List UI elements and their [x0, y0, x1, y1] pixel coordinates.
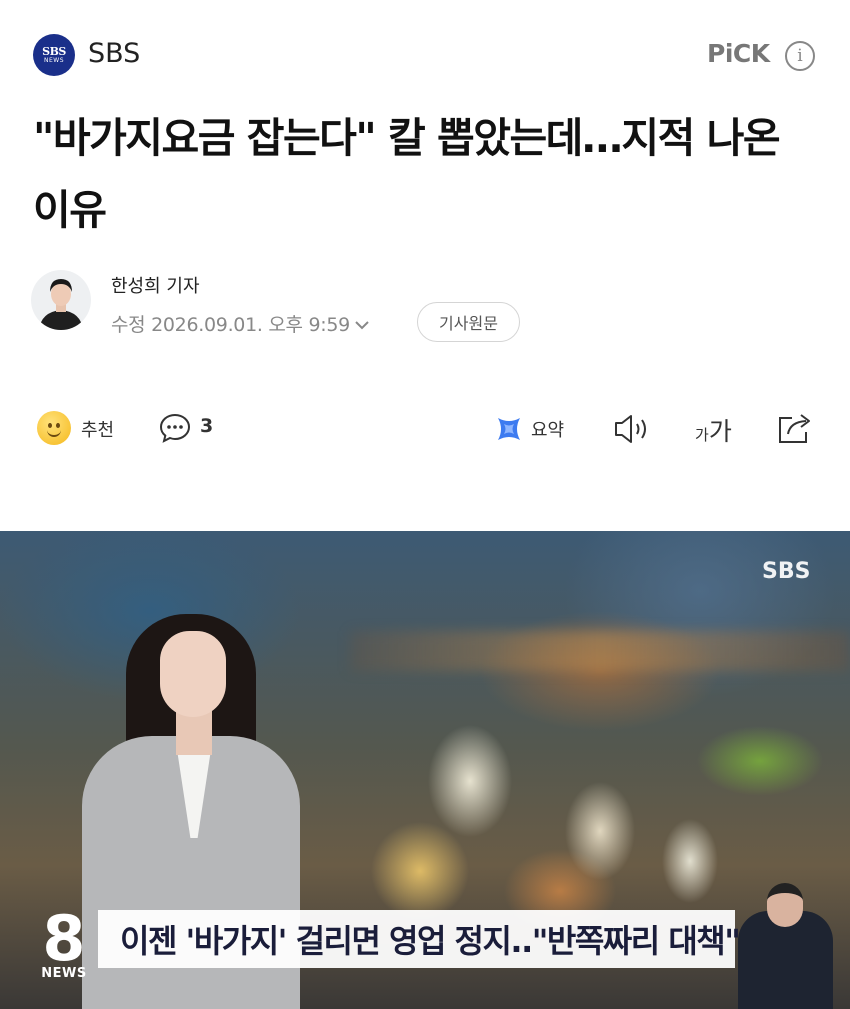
anchor-face — [160, 631, 226, 717]
channel-logo: 8 NEWS — [38, 902, 90, 982]
font-big-glyph: 가 — [708, 417, 732, 446]
date-text: 수정 2026.09.01. 오후 9:59 — [111, 314, 350, 336]
info-icon[interactable]: i — [785, 41, 815, 71]
action-bar: 추천 3 요약 가가 — [0, 400, 850, 460]
comment-icon[interactable] — [158, 411, 192, 449]
comment-count[interactable]: 3 — [200, 415, 213, 437]
sbs-watermark: SBS — [762, 559, 811, 584]
broadcast-caption: 이젠 '바가지' 걸리면 영업 정지.."반쪽짜리 대책" — [98, 910, 741, 968]
original-article-button[interactable]: 기사원문 — [417, 302, 520, 342]
background-awning — [350, 631, 850, 671]
speaker-icon[interactable] — [613, 412, 655, 450]
chevron-down-icon — [354, 314, 370, 336]
sbs-logo[interactable]: SBS NEWS — [33, 34, 75, 76]
logo-text-bottom: NEWS — [43, 57, 65, 64]
smile-emoji-icon[interactable] — [37, 411, 71, 445]
reporter-name[interactable]: 한성희 기자 — [111, 272, 200, 298]
article-date[interactable]: 수정 2026.09.01. 오후 9:59 — [111, 310, 370, 337]
sign-interpreter-head — [767, 883, 803, 927]
channel-label: NEWS — [41, 966, 87, 981]
ai-summary-icon[interactable] — [495, 415, 523, 447]
press-header: SBS NEWS SBS PiCK i — [0, 0, 850, 110]
press-name[interactable]: SBS — [88, 38, 140, 69]
channel-number: 8 — [42, 902, 86, 975]
font-small-glyph: 가 — [695, 426, 709, 444]
summary-button[interactable]: 요약 — [531, 416, 564, 442]
logo-text-top: SBS — [42, 45, 66, 58]
font-size-button[interactable]: 가가 — [695, 412, 732, 448]
article-headline: "바가지요금 잡는다" 칼 뽑았는데…지적 나온 이유 — [33, 114, 781, 234]
pick-badge[interactable]: PiCK — [707, 39, 770, 68]
reporter-avatar[interactable] — [31, 270, 91, 330]
recommend-button[interactable]: 추천 — [81, 416, 114, 442]
share-icon[interactable] — [776, 410, 816, 450]
news-broadcast-image[interactable]: SBS 8 NEWS 이젠 '바가지' 걸리면 영업 정지.."반쪽짜리 대책" — [0, 531, 850, 1009]
